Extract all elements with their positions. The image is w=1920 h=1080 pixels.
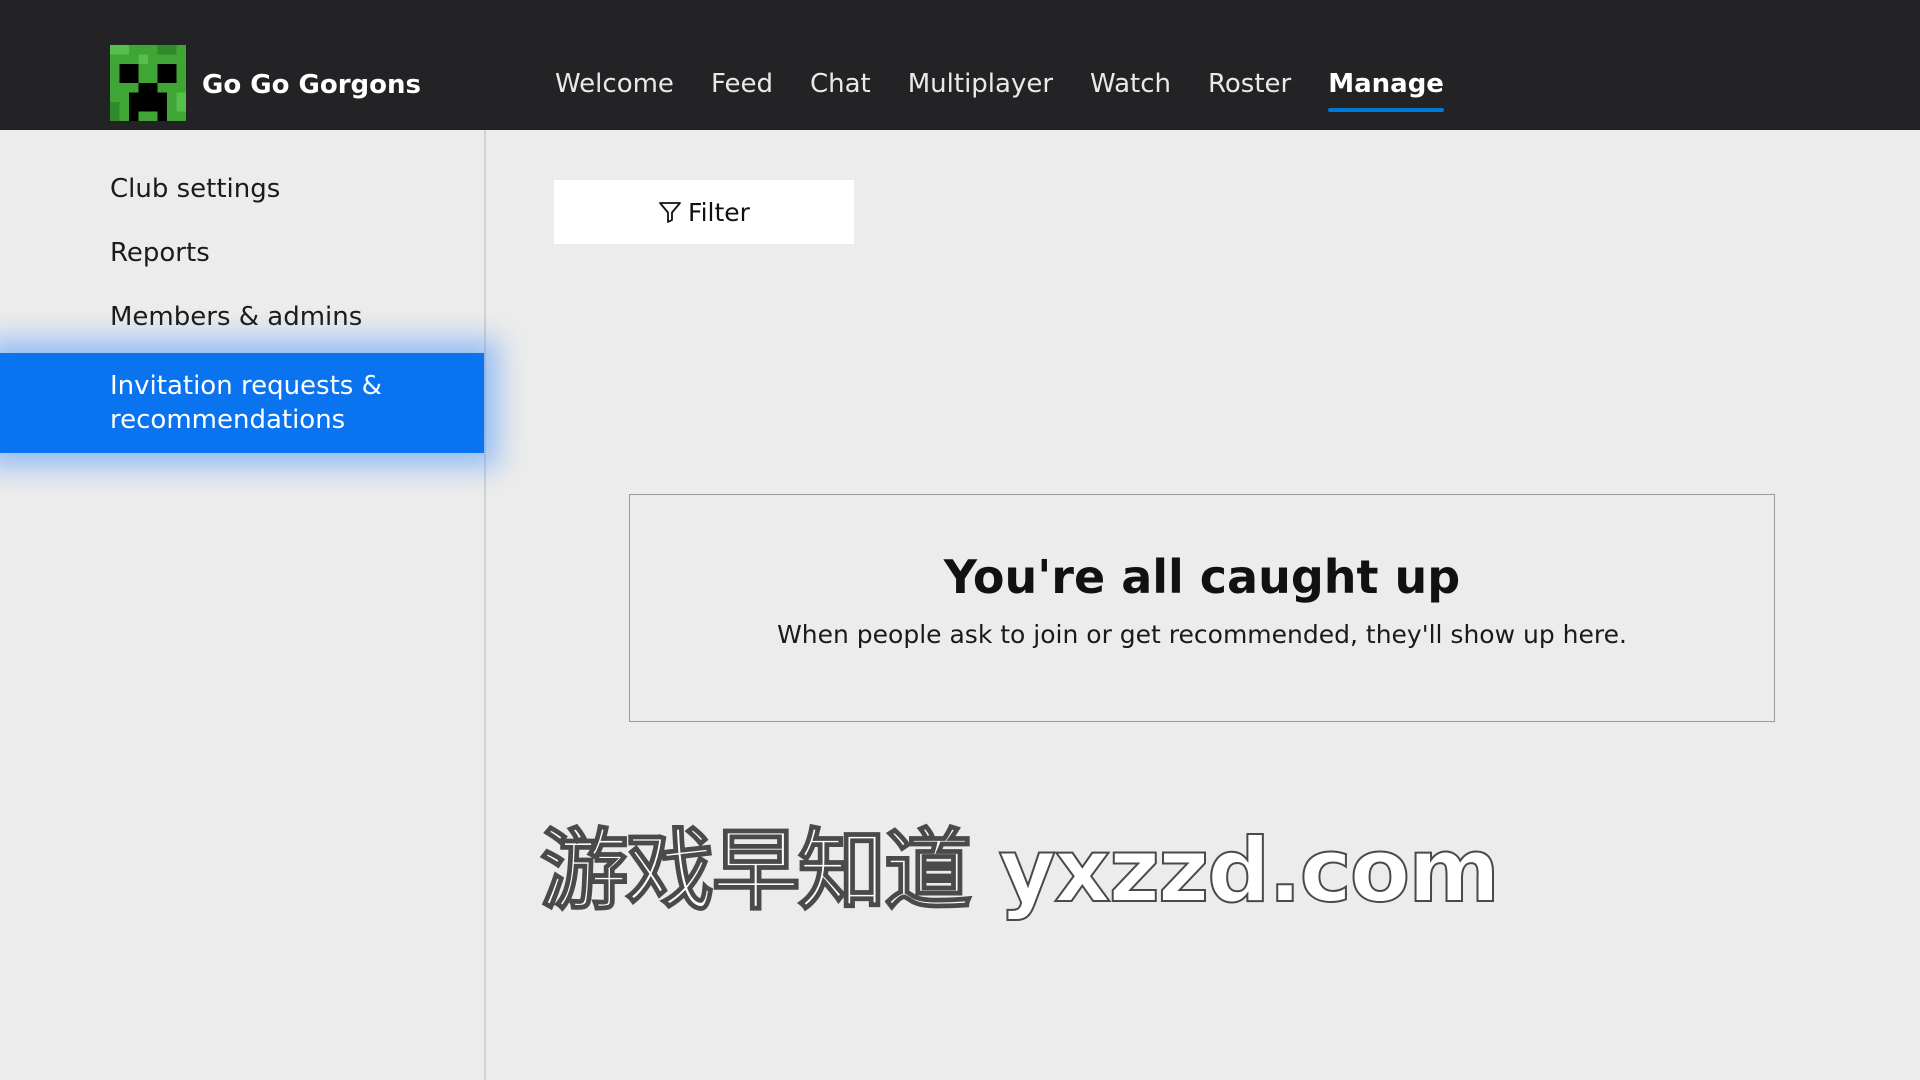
sidebar-item-invitation-requests[interactable]: Invitation requests & recommendations [0, 353, 484, 453]
filter-button[interactable]: Filter [554, 180, 854, 244]
tab-feed[interactable]: Feed [711, 62, 773, 106]
manage-sidebar: Club settings Reports Members & admins I… [0, 130, 486, 1080]
tab-watch[interactable]: Watch [1090, 62, 1171, 106]
sidebar-item-members-admins[interactable]: Members & admins [0, 302, 484, 332]
tab-multiplayer[interactable]: Multiplayer [908, 62, 1053, 106]
filter-funnel-icon [658, 200, 682, 224]
sidebar-item-reports[interactable]: Reports [0, 238, 484, 268]
creeper-face-icon [110, 45, 186, 121]
sidebar-item-club-settings[interactable]: Club settings [0, 174, 484, 204]
empty-state-subtitle: When people ask to join or get recommend… [777, 620, 1627, 649]
top-bar: Go Go Gorgons Welcome Feed Chat Multipla… [0, 0, 1920, 130]
club-nav-tabs: Welcome Feed Chat Multiplayer Watch Rost… [555, 62, 1481, 112]
tab-welcome[interactable]: Welcome [555, 62, 674, 106]
empty-state-card: You're all caught up When people ask to … [629, 494, 1775, 722]
filter-label: Filter [688, 197, 750, 227]
tab-chat[interactable]: Chat [810, 62, 871, 106]
watermark-text: 游戏早知道 yxzzd.com [539, 818, 1501, 923]
empty-state-title: You're all caught up [943, 550, 1461, 604]
tab-manage[interactable]: Manage [1328, 62, 1444, 112]
club-name[interactable]: Go Go Gorgons [202, 66, 421, 104]
tab-roster[interactable]: Roster [1208, 62, 1291, 106]
